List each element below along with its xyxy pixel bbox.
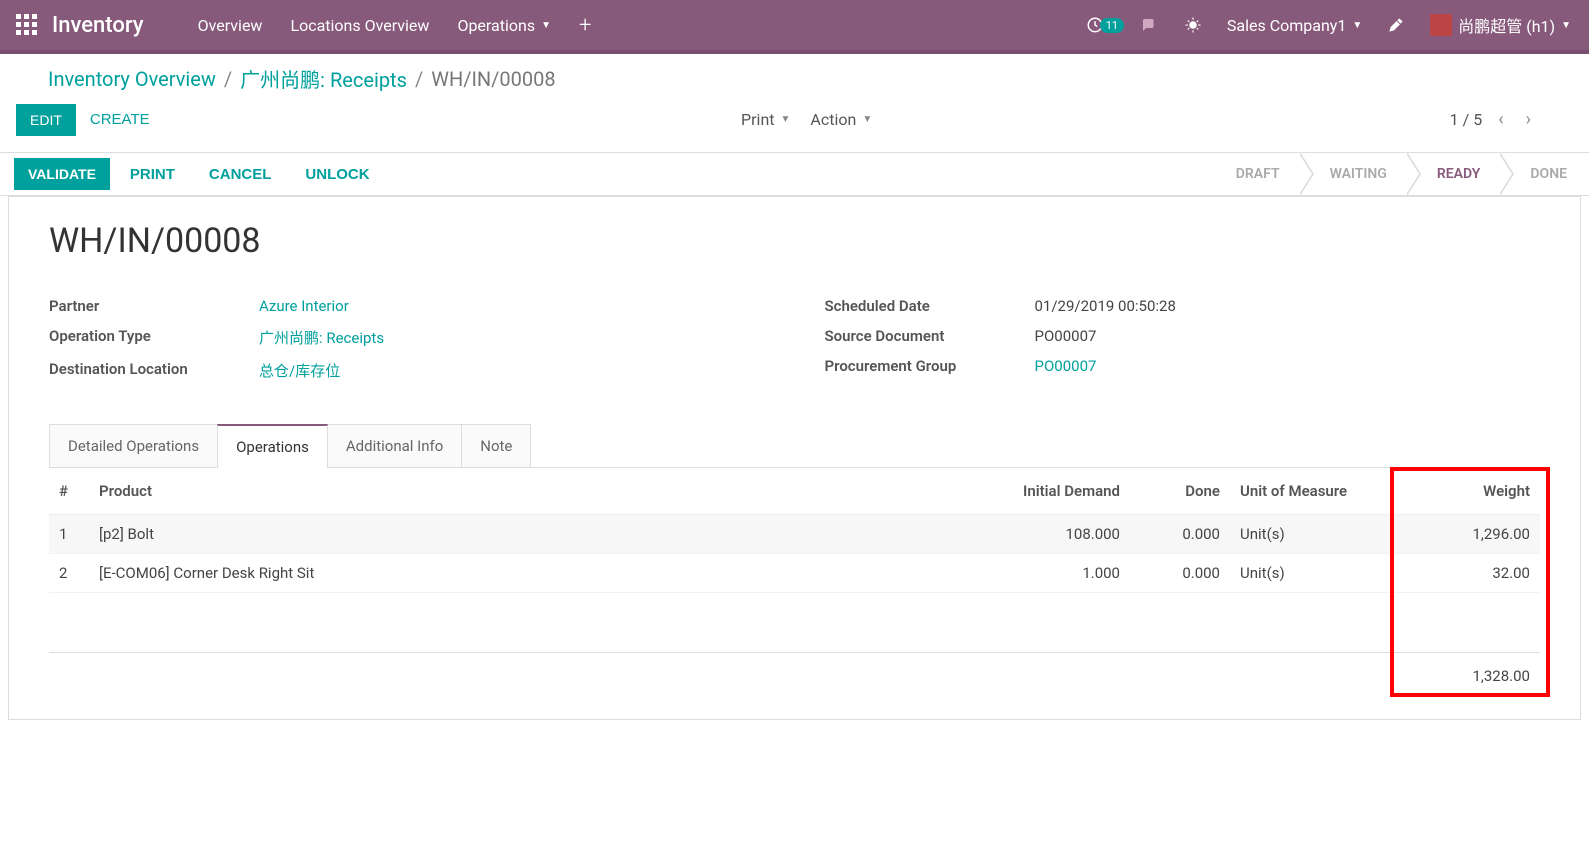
user-name: 尚鹏超管 (h1) <box>1458 13 1555 37</box>
create-button[interactable]: CREATE <box>76 103 164 136</box>
tabs: Detailed Operations Operations Additiona… <box>49 423 1540 467</box>
scheduled-date-value: 01/29/2019 00:50:28 <box>1035 297 1541 315</box>
cell-index: 1 <box>49 515 89 554</box>
source-document-label: Source Document <box>825 327 1035 345</box>
th-initial-demand[interactable]: Initial Demand <box>980 468 1130 515</box>
nav-add[interactable]: + <box>565 0 605 50</box>
apps-launcher-icon[interactable] <box>16 14 38 36</box>
cell-demand: 1.000 <box>980 554 1130 593</box>
table-row[interactable]: 1 [p2] Bolt 108.000 0.000 Unit(s) 1,296.… <box>49 515 1540 554</box>
destination-location-value[interactable]: 总仓/库存位 <box>259 360 765 381</box>
messages-icon[interactable] <box>1129 0 1169 50</box>
nav-overview[interactable]: Overview <box>184 0 277 50</box>
unlock-button[interactable]: UNLOCK <box>291 158 383 191</box>
cell-uom: Unit(s) <box>1230 515 1410 554</box>
status-step-waiting[interactable]: WAITING <box>1302 153 1409 195</box>
breadcrumb-sep: / <box>224 67 232 91</box>
nav-operations[interactable]: Operations ▼ <box>443 0 565 50</box>
nav-locations-label: Locations Overview <box>290 16 429 35</box>
edit-button[interactable]: EDIT <box>16 104 76 136</box>
scheduled-date-label: Scheduled Date <box>825 297 1035 315</box>
record-title: WH/IN/00008 <box>49 221 1540 261</box>
cell-weight: 1,296.00 <box>1410 515 1540 554</box>
main-navbar: Inventory Overview Locations Overview Op… <box>0 0 1589 50</box>
procurement-group-label: Procurement Group <box>825 357 1035 375</box>
cell-done: 0.000 <box>1130 554 1230 593</box>
partner-value[interactable]: Azure Interior <box>259 297 765 315</box>
th-index[interactable]: # <box>49 468 89 515</box>
pager-next[interactable]: › <box>1520 109 1537 130</box>
action-dropdown[interactable]: Action ▼ <box>810 110 872 129</box>
nav-overview-label: Overview <box>198 16 263 35</box>
action-label: Action <box>810 110 856 129</box>
pager-text[interactable]: 1 / 5 <box>1450 110 1483 129</box>
activity-icon[interactable]: 11 <box>1085 0 1125 50</box>
caret-down-icon: ▼ <box>541 20 551 31</box>
user-menu[interactable]: 尚鹏超管 (h1) ▼ <box>1420 0 1581 50</box>
print-dropdown[interactable]: Print ▼ <box>741 110 790 129</box>
breadcrumb-inventory-overview[interactable]: Inventory Overview <box>48 67 216 91</box>
status-step-draft[interactable]: DRAFT <box>1208 153 1302 195</box>
breadcrumb-receipts[interactable]: 广州尚鹏: Receipts <box>240 64 407 93</box>
th-done[interactable]: Done <box>1130 468 1230 515</box>
cell-index: 2 <box>49 554 89 593</box>
validate-button[interactable]: VALIDATE <box>14 158 110 190</box>
pager-prev[interactable]: ‹ <box>1492 109 1509 130</box>
control-panel: Inventory Overview / 广州尚鹏: Receipts / WH… <box>0 54 1589 140</box>
debug-icon[interactable] <box>1173 0 1213 50</box>
source-document-value: PO00007 <box>1035 327 1541 345</box>
tools-icon[interactable] <box>1376 0 1416 50</box>
print-button[interactable]: PRINT <box>116 158 189 191</box>
print-label: Print <box>741 110 774 129</box>
cell-weight: 32.00 <box>1410 554 1540 593</box>
partner-label: Partner <box>49 297 259 315</box>
tab-note[interactable]: Note <box>461 424 531 468</box>
activity-badge: 11 <box>1100 18 1124 33</box>
procurement-group-value[interactable]: PO00007 <box>1035 357 1541 375</box>
table-footer: 1,328.00 <box>49 653 1540 696</box>
cell-uom: Unit(s) <box>1230 554 1410 593</box>
status-step-done[interactable]: DONE <box>1502 153 1589 195</box>
tab-operations[interactable]: Operations <box>217 424 328 468</box>
breadcrumb-current: WH/IN/00008 <box>431 67 555 91</box>
caret-down-icon: ▼ <box>1561 20 1571 31</box>
company-switcher[interactable]: Sales Company1 ▼ <box>1217 0 1372 50</box>
plus-icon: + <box>579 13 591 38</box>
caret-down-icon: ▼ <box>862 114 872 125</box>
cell-done: 0.000 <box>1130 515 1230 554</box>
caret-down-icon: ▼ <box>1352 20 1362 31</box>
company-name: Sales Company1 <box>1227 16 1346 35</box>
table-row[interactable]: 2 [E-COM06] Corner Desk Right Sit 1.000 … <box>49 554 1540 593</box>
th-uom[interactable]: Unit of Measure <box>1230 468 1410 515</box>
breadcrumb: Inventory Overview / 广州尚鹏: Receipts / WH… <box>16 64 1573 93</box>
th-weight[interactable]: Weight <box>1410 468 1540 515</box>
status-step-ready[interactable]: READY <box>1409 153 1503 195</box>
statusbar: VALIDATE PRINT CANCEL UNLOCK DRAFT WAITI… <box>0 152 1589 196</box>
cell-product: [p2] Bolt <box>89 515 980 554</box>
operations-table: # Product Initial Demand Done Unit of Me… <box>49 468 1540 695</box>
nav-locations-overview[interactable]: Locations Overview <box>276 0 443 50</box>
total-weight: 1,328.00 <box>1410 653 1540 696</box>
cancel-button[interactable]: CANCEL <box>195 158 286 191</box>
operation-type-value[interactable]: 广州尚鹏: Receipts <box>259 327 765 348</box>
destination-location-label: Destination Location <box>49 360 259 381</box>
tab-detailed-operations[interactable]: Detailed Operations <box>49 424 218 468</box>
cell-demand: 108.000 <box>980 515 1130 554</box>
breadcrumb-sep: / <box>415 67 423 91</box>
caret-down-icon: ▼ <box>781 114 791 125</box>
app-brand[interactable]: Inventory <box>52 13 144 38</box>
operation-type-label: Operation Type <box>49 327 259 348</box>
avatar <box>1430 14 1452 36</box>
form-sheet: WH/IN/00008 Partner Azure Interior Opera… <box>8 196 1581 720</box>
nav-operations-label: Operations <box>457 16 535 35</box>
cell-product: [E-COM06] Corner Desk Right Sit <box>89 554 980 593</box>
th-product[interactable]: Product <box>89 468 980 515</box>
tab-additional-info[interactable]: Additional Info <box>327 424 462 468</box>
